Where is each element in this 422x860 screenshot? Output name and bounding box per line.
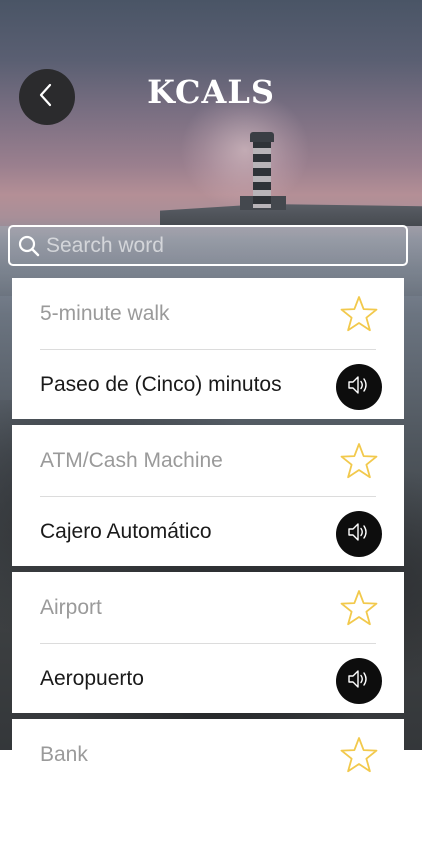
star-icon[interactable] bbox=[340, 442, 378, 480]
speaker-button[interactable] bbox=[336, 658, 382, 704]
search-bar[interactable] bbox=[8, 225, 408, 266]
english-phrase: Bank bbox=[40, 743, 88, 766]
speaker-icon bbox=[347, 521, 371, 548]
star-icon[interactable] bbox=[340, 736, 378, 774]
english-phrase: ATM/Cash Machine bbox=[40, 449, 223, 472]
speaker-icon bbox=[347, 374, 371, 401]
lighthouse-tower bbox=[253, 140, 271, 208]
speaker-button[interactable] bbox=[336, 511, 382, 557]
search-input[interactable] bbox=[46, 227, 406, 264]
phrase-card: ATM/Cash Machine Cajero Automático bbox=[12, 425, 404, 566]
search-icon bbox=[18, 235, 40, 257]
speaker-button[interactable] bbox=[336, 364, 382, 410]
phrase-card: 5-minute walk Paseo de (Cinco) minutos bbox=[12, 278, 404, 419]
english-phrase: 5-minute walk bbox=[40, 302, 170, 325]
english-phrase: Airport bbox=[40, 596, 102, 619]
phrase-card: Bank bbox=[12, 719, 404, 860]
speaker-icon bbox=[347, 668, 371, 695]
lighthouse-lamp bbox=[250, 132, 274, 142]
page-title: KCALS bbox=[147, 73, 275, 111]
star-icon[interactable] bbox=[340, 295, 378, 333]
spanish-phrase: Aeropuerto bbox=[40, 667, 144, 690]
star-icon[interactable] bbox=[340, 589, 378, 627]
spanish-phrase: Cajero Automático bbox=[40, 520, 212, 543]
spanish-phrase: Paseo de (Cinco) minutos bbox=[40, 373, 282, 396]
phrase-card: Airport Aeropuerto bbox=[12, 572, 404, 713]
